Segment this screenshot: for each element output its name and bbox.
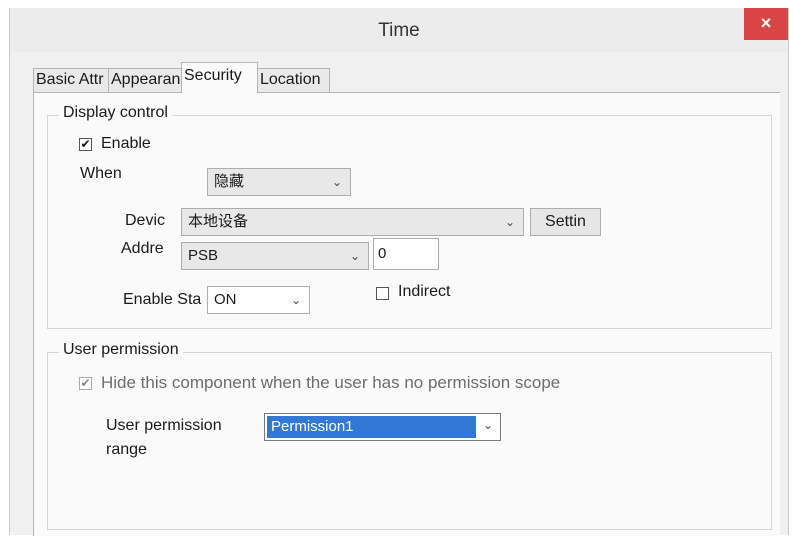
title-bar: Time ×: [10, 8, 788, 52]
chevron-down-icon: ⌄: [349, 249, 360, 263]
when-select-value: 隐藏: [214, 173, 245, 190]
tab-basic-attributes[interactable]: Basic Attr: [33, 68, 109, 92]
when-select[interactable]: 隐藏 ⌄: [207, 168, 351, 196]
enable-state-select[interactable]: ON ⌄: [207, 286, 310, 314]
permission-range-value: Permission1: [267, 416, 476, 438]
chevron-down-icon: ⌄: [482, 418, 493, 432]
indirect-label: Indirect: [398, 283, 451, 300]
indirect-checkbox[interactable]: [376, 287, 389, 300]
when-label: When: [80, 165, 122, 182]
settings-button[interactable]: Settin: [530, 208, 601, 236]
display-control-label: Display control: [59, 104, 172, 122]
device-label: Devic: [125, 212, 166, 229]
tab-appearance[interactable]: Appearance: [108, 68, 182, 92]
permission-range-select[interactable]: Permission1 ⌄: [264, 413, 501, 441]
address-input[interactable]: 0: [373, 238, 439, 270]
window-title: Time: [378, 20, 420, 41]
chevron-down-icon: ⌄: [290, 293, 301, 307]
address-type-value: PSB: [188, 247, 219, 264]
enable-checkbox[interactable]: ✔: [79, 138, 92, 151]
device-select-value: 本地设备: [188, 213, 249, 230]
address-type-select[interactable]: PSB ⌄: [181, 242, 369, 270]
chevron-down-icon: ⌄: [504, 215, 515, 229]
enable-state-label: Enable Sta: [123, 291, 202, 308]
permission-range-label-line2: range: [106, 441, 147, 458]
enable-label: Enable: [101, 135, 151, 152]
user-permission-label: User permission: [59, 341, 183, 359]
tab-security[interactable]: Security: [181, 62, 258, 93]
permission-range-label-line1: User permission: [106, 417, 222, 434]
close-button[interactable]: ×: [744, 8, 788, 40]
hide-no-permission-label: Hide this component when the user has no…: [101, 373, 561, 392]
chevron-down-icon: ⌄: [331, 175, 342, 189]
enable-state-value: ON: [214, 291, 237, 308]
device-select[interactable]: 本地设备 ⌄: [181, 208, 524, 236]
tab-location[interactable]: Location: [257, 68, 330, 92]
address-label: Addre: [121, 240, 164, 257]
hide-no-permission-checkbox[interactable]: ✔: [79, 377, 92, 390]
